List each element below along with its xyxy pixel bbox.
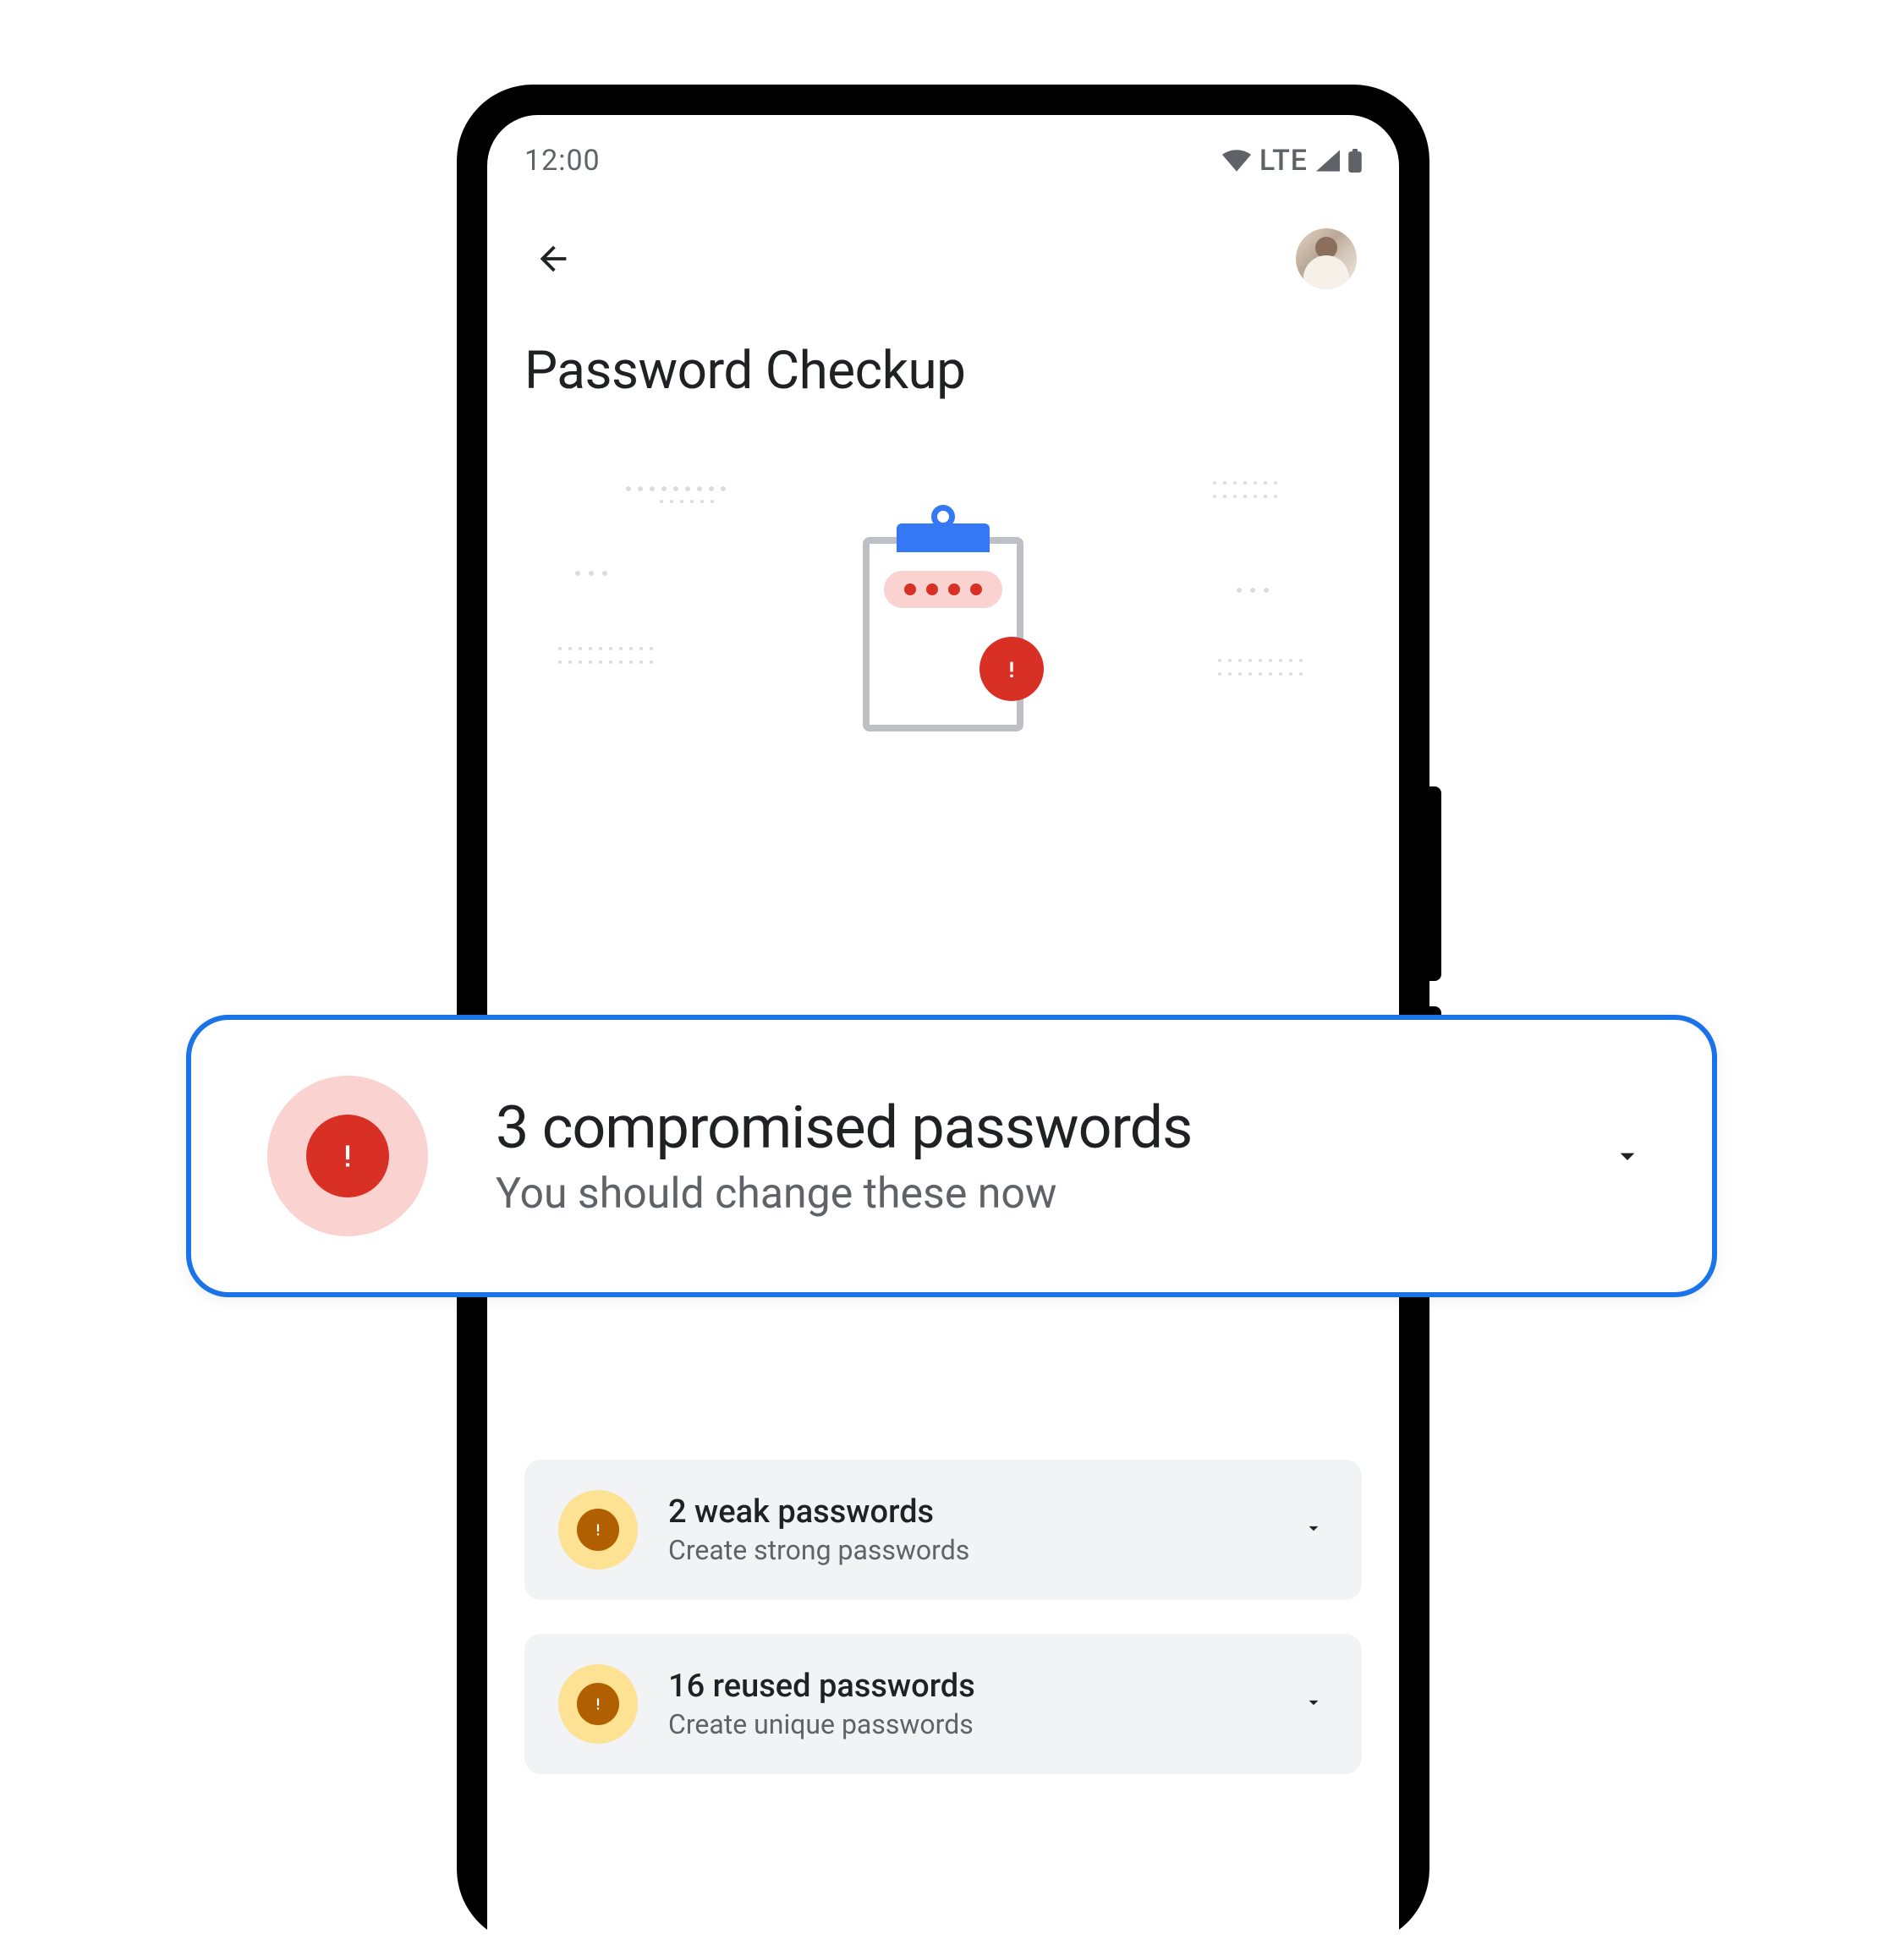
alert-subtitle: Create strong passwords (668, 1534, 1303, 1566)
status-indicators: LTE (1222, 144, 1362, 178)
chevron-down-icon (1303, 1517, 1328, 1542)
alert-title: 2 weak passwords (668, 1493, 1303, 1531)
callout-subtitle: You should change these now (496, 1170, 1610, 1219)
alert-icon (267, 1076, 428, 1236)
top-app-bar (524, 228, 1362, 289)
status-time: 12:00 (524, 144, 601, 178)
compromised-passwords-callout[interactable]: 3 compromised passwords You should chang… (186, 1015, 1717, 1297)
chevron-down-icon (1610, 1139, 1644, 1173)
alerts-list: 2 weak passwords Create strong passwords… (487, 1426, 1399, 1774)
wifi-icon (1222, 150, 1251, 172)
warning-icon (558, 1664, 638, 1744)
page-title: Password Checkup (524, 340, 1362, 402)
clipboard-icon (863, 512, 1023, 731)
weak-passwords-row[interactable]: 2 weak passwords Create strong passwords (524, 1460, 1362, 1600)
callout-title: 3 compromised passwords (496, 1093, 1610, 1163)
status-bar: 12:00 LTE (524, 135, 1362, 186)
alert-title: 16 reused passwords (668, 1668, 1303, 1705)
account-avatar[interactable] (1296, 228, 1357, 289)
alert-subtitle: Create unique passwords (668, 1708, 1303, 1740)
battery-icon (1348, 149, 1362, 173)
warning-icon (558, 1490, 638, 1570)
password-dots-icon (884, 571, 1002, 608)
network-label: LTE (1259, 144, 1308, 178)
reused-passwords-row[interactable]: 16 reused passwords Create unique passwo… (524, 1634, 1362, 1774)
alert-badge-icon (979, 637, 1044, 701)
chevron-down-icon (1303, 1691, 1328, 1717)
phone-side-button (1429, 786, 1441, 981)
cellular-signal-icon (1316, 150, 1340, 172)
hero-illustration (524, 452, 1362, 791)
back-button[interactable] (529, 235, 577, 282)
